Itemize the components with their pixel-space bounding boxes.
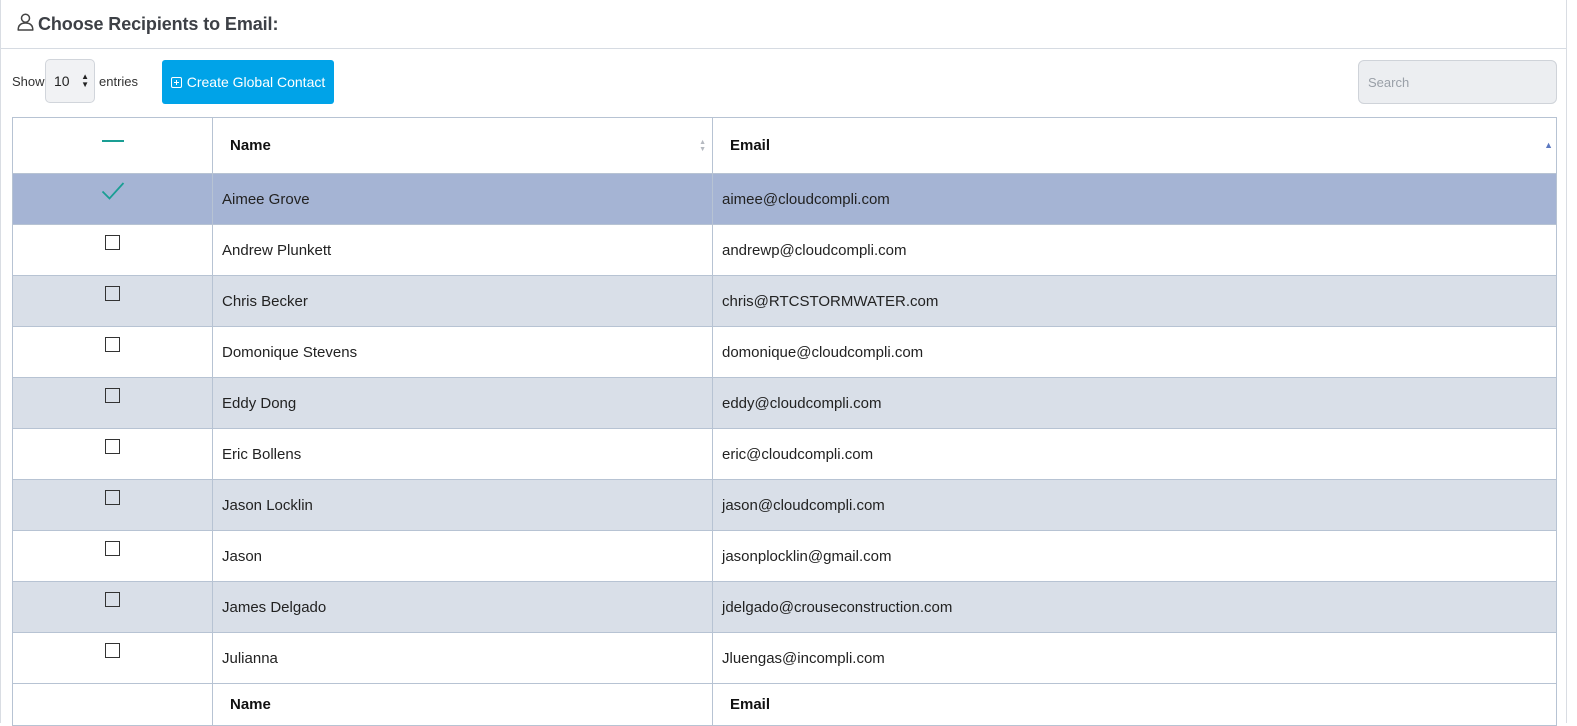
page-length-select[interactable]: 10 ▲ ▼: [45, 59, 95, 103]
table-row[interactable]: Jason jasonplocklin@gmail.com: [12, 530, 1557, 582]
email-column-header[interactable]: Email ▲: [712, 117, 1557, 174]
row-select-cell[interactable]: [12, 530, 213, 582]
checkbox-icon[interactable]: [105, 489, 120, 505]
row-select-cell[interactable]: [12, 581, 213, 633]
contact-name: Andrew Plunkett: [212, 224, 713, 276]
contact-email: eric@cloudcompli.com: [712, 428, 1557, 480]
table-row[interactable]: Andrew Plunkett andrewp@cloudcompli.com: [12, 224, 1557, 276]
contact-name: James Delgado: [212, 581, 713, 633]
contact-email: jdelgado@crouseconstruction.com: [712, 581, 1557, 633]
checkbox-icon[interactable]: [105, 438, 120, 454]
checkbox-icon[interactable]: [105, 234, 120, 250]
contact-name: Eric Bollens: [212, 428, 713, 480]
sort-icon: ▲ ▼: [699, 139, 706, 153]
contact-name: Jason Locklin: [212, 479, 713, 531]
sort-ascending-icon: ▲: [1544, 140, 1553, 150]
contact-email: domonique@cloudcompli.com: [712, 326, 1557, 378]
table-row[interactable]: Julianna Jluengas@incompli.com: [12, 632, 1557, 684]
row-select-cell[interactable]: [12, 632, 213, 684]
row-select-cell[interactable]: [12, 275, 213, 327]
table-header-row: Name ▲ ▼ Email ▲: [12, 117, 1557, 174]
show-label: Show: [12, 74, 45, 89]
search-input[interactable]: [1358, 60, 1557, 104]
contact-name: Eddy Dong: [212, 377, 713, 429]
name-footer-header: Name: [212, 683, 713, 726]
contact-email: jason@cloudcompli.com: [712, 479, 1557, 531]
contact-name: Aimee Grove: [212, 173, 713, 225]
row-select-cell[interactable]: [12, 173, 213, 225]
row-select-cell[interactable]: [12, 377, 213, 429]
contact-name: Domonique Stevens: [212, 326, 713, 378]
create-global-contact-button[interactable]: Create Global Contact: [162, 60, 334, 104]
plus-square-icon: [170, 76, 182, 88]
row-select-cell[interactable]: [12, 326, 213, 378]
name-column-header[interactable]: Name ▲ ▼: [212, 117, 713, 174]
contact-name: Julianna: [212, 632, 713, 684]
name-header-label: Name: [230, 137, 271, 154]
footer-select-cell: [12, 683, 213, 726]
table-row[interactable]: James Delgado jdelgado@crouseconstruction…: [12, 581, 1557, 633]
panel-title: Choose Recipients to Email:: [38, 13, 279, 34]
panel-header: Choose Recipients to Email:: [1, 0, 1566, 49]
contact-email: aimee@cloudcompli.com: [712, 173, 1557, 225]
table-row[interactable]: Jason Locklin jason@cloudcompli.com: [12, 479, 1557, 531]
select-arrows-icon: ▲ ▼: [81, 72, 89, 89]
checkbox-icon[interactable]: [105, 387, 120, 403]
contact-email: jasonplocklin@gmail.com: [712, 530, 1557, 582]
page-length-value: 10: [54, 73, 70, 89]
create-button-label: Create Global Contact: [186, 74, 326, 90]
table-toolbar: Show 10 ▲ ▼ entries Create Global Contact: [1, 49, 1566, 117]
entries-label: entries: [99, 74, 139, 89]
checkbox-icon[interactable]: [105, 336, 120, 352]
checkbox-icon[interactable]: [105, 540, 120, 556]
checkmark-icon[interactable]: [101, 181, 125, 205]
contact-email: Jluengas@incompli.com: [712, 632, 1557, 684]
contact-name: Jason: [212, 530, 713, 582]
contact-email: chris@RTCSTORMWATER.com: [712, 275, 1557, 327]
checkbox-icon[interactable]: [105, 591, 120, 607]
user-icon: [17, 12, 34, 36]
table-row[interactable]: Domonique Stevens domonique@cloudcompli.c…: [12, 326, 1557, 378]
contact-name: Chris Becker: [212, 275, 713, 327]
table-footer-row: Name Email: [12, 683, 1557, 726]
checkbox-icon[interactable]: [105, 642, 120, 658]
email-header-label: Email: [730, 137, 771, 154]
email-footer-header: Email: [712, 683, 1557, 726]
deselect-all-icon[interactable]: [101, 140, 124, 143]
contact-email: eddy@cloudcompli.com: [712, 377, 1557, 429]
table-row[interactable]: Eric Bollens eric@cloudcompli.com: [12, 428, 1557, 480]
table-body: Aimee Grove aimee@cloudcompli.com Andrew P…: [12, 173, 1557, 684]
row-select-cell[interactable]: [12, 479, 213, 531]
recipients-table: Name ▲ ▼ Email ▲ Aimee Grove aimee@cloudco…: [12, 117, 1557, 726]
row-select-cell[interactable]: [12, 428, 213, 480]
table-row[interactable]: Aimee Grove aimee@cloudcompli.com: [12, 173, 1557, 225]
row-select-cell[interactable]: [12, 224, 213, 276]
table-row[interactable]: Chris Becker chris@RTCSTORMWATER.com: [12, 275, 1557, 327]
checkbox-icon[interactable]: [105, 285, 120, 301]
select-all-header[interactable]: [12, 117, 213, 174]
table-row[interactable]: Eddy Dong eddy@cloudcompli.com: [12, 377, 1557, 429]
contact-email: andrewp@cloudcompli.com: [712, 224, 1557, 276]
